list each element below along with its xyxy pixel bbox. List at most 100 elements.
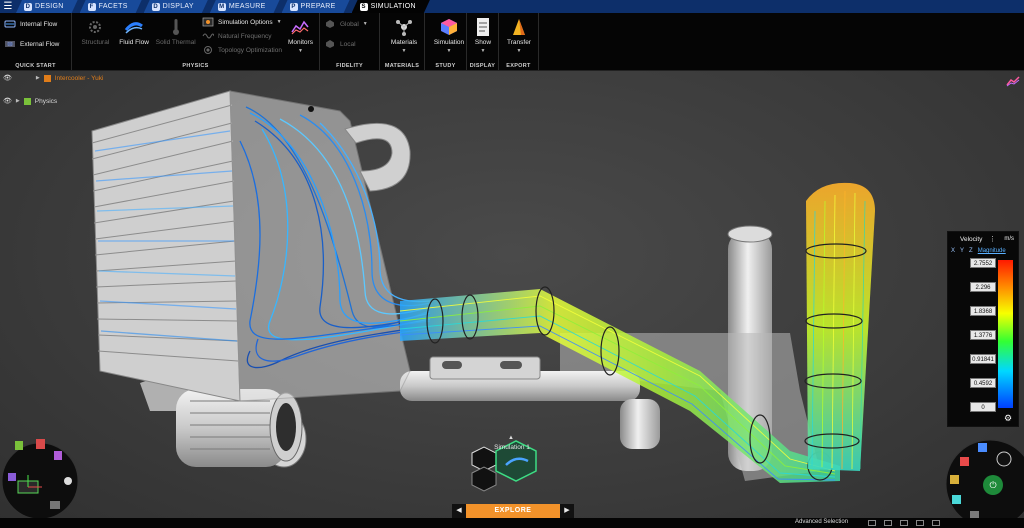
- explore-next-button[interactable]: ▶: [560, 504, 574, 518]
- transfer-label: Transfer: [507, 39, 531, 46]
- hamburger-icon[interactable]: ☰: [0, 0, 16, 13]
- simulation-name-label: Simulation 1: [494, 444, 530, 451]
- tab-label: Simulation: [370, 3, 416, 10]
- tree-item-root[interactable]: 👁 ▶ Intercooler - Yuki: [3, 74, 103, 82]
- chevron-up-icon[interactable]: ▲: [508, 435, 514, 441]
- visibility-eye-icon[interactable]: 👁: [3, 74, 12, 82]
- fluid-flow-button[interactable]: Fluid Flow: [115, 15, 154, 70]
- group-materials: Materials ▼ Materials: [380, 13, 425, 70]
- svg-text:⏻: ⏻: [989, 480, 996, 490]
- legend-axis-selector: X Y Z Magnitude: [951, 248, 1006, 254]
- solid-thermal-button[interactable]: Solid Thermal: [153, 15, 198, 70]
- probe-icon: [952, 495, 961, 504]
- tree-item-physics[interactable]: 👁 ▶ Physics: [3, 97, 57, 105]
- tab-simulation[interactable]: S Simulation: [352, 0, 430, 13]
- materials-button[interactable]: Materials ▼: [384, 15, 424, 54]
- topology-optimization-label: Topology Optimization: [218, 46, 282, 54]
- group-label: Display: [469, 63, 496, 69]
- ribbon-toolbar: Internal Flow External Flow Quick Start …: [0, 13, 1024, 71]
- tab-design[interactable]: D Design: [16, 0, 78, 13]
- local-label: Local: [340, 40, 356, 48]
- global-fidelity-button[interactable]: Global ▼: [324, 17, 375, 31]
- group-label: Quick Start: [15, 63, 56, 69]
- chevron-down-icon: ▼: [446, 48, 452, 54]
- natural-frequency-button[interactable]: Natural Frequency: [202, 29, 282, 43]
- select-icon[interactable]: [868, 520, 876, 526]
- status-bar: Advanced Selection: [0, 518, 1024, 528]
- mode-tab-bar: ☰ D Design F Facets D Display M Measure …: [0, 0, 1024, 13]
- external-flow-icon: [5, 41, 15, 47]
- tab-label: Measure: [228, 3, 266, 10]
- transfer-icon: [509, 17, 529, 37]
- mesh-icon: [960, 457, 969, 466]
- group-export: Transfer ▼ Export: [499, 13, 539, 70]
- tree-root-label: Intercooler - Yuki: [54, 74, 104, 82]
- group-label: Study: [435, 63, 456, 69]
- more-vertical-icon[interactable]: ⋮: [989, 235, 996, 243]
- chevron-right-icon[interactable]: ▶: [36, 75, 40, 81]
- tab-facets[interactable]: F Facets: [80, 0, 142, 13]
- simulation-scene[interactable]: ⏻: [0, 71, 1024, 528]
- internal-flow-button[interactable]: Internal Flow: [4, 17, 67, 31]
- local-icon: [326, 40, 334, 48]
- tab-label: Design: [35, 3, 64, 10]
- chart-icon[interactable]: [1006, 75, 1020, 87]
- external-flow-label: External Flow: [20, 40, 60, 48]
- legend-tick: 1.3776: [970, 330, 996, 340]
- box-select-icon[interactable]: [884, 520, 892, 526]
- riser-pipe-streamlines[interactable]: [804, 182, 875, 471]
- tree-physics-label: Physics: [34, 97, 58, 105]
- chevron-down-icon: ▼: [276, 19, 282, 25]
- velocity-legend[interactable]: Velocity ⋮ m/s X Y Z Magnitude 2.7552 2.…: [947, 231, 1019, 427]
- group-quick-start: Internal Flow External Flow Quick Start: [0, 13, 72, 70]
- group-label: Materials: [384, 63, 420, 69]
- group-display: Show ▼ Display: [467, 13, 499, 70]
- local-fidelity-button[interactable]: Local: [324, 37, 375, 51]
- materials-label: Materials: [390, 39, 418, 46]
- structural-icon: [85, 17, 105, 37]
- orbit-icon: [64, 477, 72, 485]
- chevron-down-icon: ▼: [516, 48, 522, 54]
- structural-button[interactable]: Structural: [76, 15, 115, 70]
- gear-icon[interactable]: ⚙: [1002, 412, 1014, 424]
- axis-magnitude[interactable]: Magnitude: [978, 248, 1006, 254]
- explore-prev-button[interactable]: ◀: [452, 504, 466, 518]
- topology-optimization-button[interactable]: Topology Optimization: [202, 43, 282, 57]
- physics-options-column: Simulation Options ▼ Natural Frequency T…: [198, 15, 282, 70]
- natural-frequency-icon: [202, 33, 215, 39]
- show-button[interactable]: Show ▼: [471, 15, 495, 54]
- measure-icon: M: [219, 3, 225, 10]
- group-study: Simulation ▼ Study: [425, 13, 467, 70]
- explore-button[interactable]: Explore: [466, 504, 560, 518]
- chevron-down-icon: ▼: [362, 21, 368, 27]
- axis-y[interactable]: Y: [960, 248, 964, 254]
- molecule-icon: [394, 17, 414, 37]
- tab-display[interactable]: D Display: [144, 0, 208, 13]
- visibility-eye-icon[interactable]: 👁: [3, 97, 12, 105]
- cube-view-icon: [978, 443, 987, 452]
- 3d-viewport[interactable]: ⏻ 👁 ▶ Intercooler - Yuki 👁 ▶ Physics Vel…: [0, 71, 1024, 528]
- axis-z[interactable]: Z: [969, 248, 973, 254]
- layers-icon[interactable]: [932, 520, 940, 526]
- external-flow-button[interactable]: External Flow: [4, 37, 67, 51]
- simulation-study-button[interactable]: Simulation ▼: [429, 15, 469, 54]
- global-label: Global: [340, 20, 359, 28]
- axis-x[interactable]: X: [951, 248, 955, 254]
- lasso-icon[interactable]: [900, 520, 908, 526]
- view-cube-widget[interactable]: [1, 439, 79, 520]
- transfer-button[interactable]: Transfer ▼: [503, 15, 535, 54]
- monitors-button[interactable]: Monitors ▼: [286, 15, 315, 70]
- group-label: Export: [506, 63, 531, 69]
- tab-label: Display: [162, 3, 194, 10]
- simulation-icon: S: [361, 3, 366, 10]
- tab-measure[interactable]: M Measure: [210, 0, 280, 13]
- home-view-icon: [36, 439, 45, 449]
- selection-mode-label[interactable]: Advanced Selection: [795, 519, 848, 525]
- tool-wheel-widget[interactable]: ⏻: [945, 439, 1024, 528]
- group-fidelity: Global ▼ Local Fidelity: [320, 13, 380, 70]
- chevron-right-icon[interactable]: ▶: [16, 98, 20, 104]
- tab-prepare[interactable]: P Prepare: [282, 0, 350, 13]
- filter-icon[interactable]: [916, 520, 924, 526]
- intercooler-core[interactable]: [91, 90, 411, 402]
- simulation-options-button[interactable]: Simulation Options ▼: [202, 15, 282, 29]
